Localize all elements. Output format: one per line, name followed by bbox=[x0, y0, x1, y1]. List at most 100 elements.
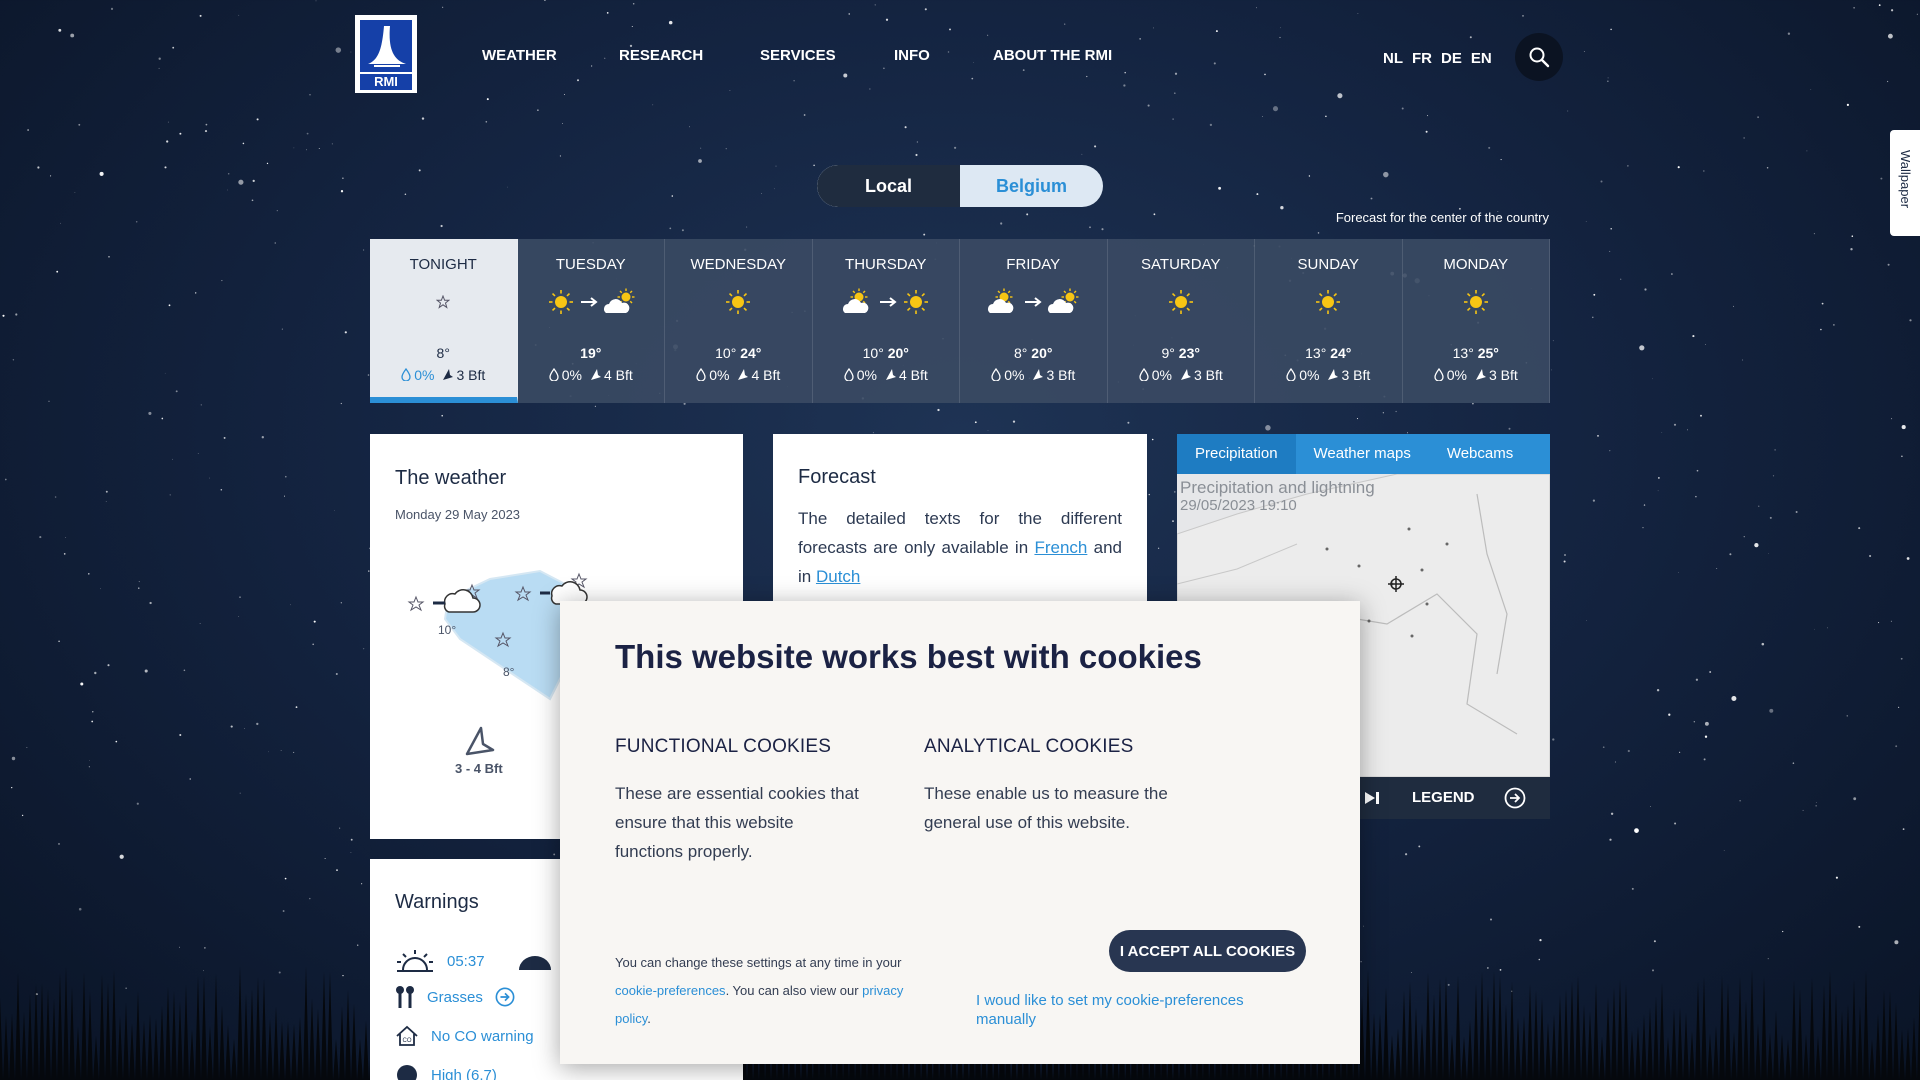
tab-precipitation[interactable]: Precipitation bbox=[1177, 434, 1296, 474]
cookie-preferences-link[interactable]: cookie-preferences bbox=[615, 983, 726, 998]
wind-arrow-icon bbox=[885, 369, 896, 380]
day-name: WEDNESDAY bbox=[690, 256, 787, 273]
forecast-day-sunday[interactable]: SUNDAY 13° 24° 0% 3 Bft bbox=[1255, 239, 1403, 403]
dutch-link[interactable]: Dutch bbox=[816, 567, 860, 586]
wallpaper-tab[interactable]: Wallpaper bbox=[1890, 130, 1920, 236]
lang-en[interactable]: EN bbox=[1471, 50, 1492, 67]
wind-force: 3 Bft bbox=[1327, 367, 1370, 383]
day-name: TONIGHT bbox=[409, 256, 477, 273]
forecast-card-text: The detailed texts for the different for… bbox=[798, 509, 1122, 586]
search-button[interactable] bbox=[1515, 33, 1563, 81]
wind-force: 4 Bft bbox=[885, 367, 928, 383]
wind-arrow-icon bbox=[465, 726, 495, 756]
temp-max: 20° bbox=[887, 345, 909, 361]
wind-indicator: 3 - 4 Bft bbox=[455, 724, 503, 776]
toggle-belgium[interactable]: Belgium bbox=[960, 165, 1103, 207]
cookie-dialog: This website works best with cookies FUN… bbox=[560, 601, 1360, 1064]
wind-arrow-icon bbox=[1475, 369, 1486, 380]
forecast-strip: TONIGHT 8° 0% 3 Bft TUESDAY 19° 0% 4 Bft WEDNESD… bbox=[370, 239, 1550, 403]
forecast-day-thursday[interactable]: THURSDAY 10° 20° 0% 4 Bft bbox=[812, 239, 960, 403]
logo-mark bbox=[360, 20, 412, 72]
co-house-icon: CO bbox=[396, 1025, 418, 1046]
drop-icon bbox=[1286, 367, 1296, 382]
temp-min: 8° bbox=[436, 345, 450, 361]
sun-times-row: 05:37 2 bbox=[395, 948, 575, 974]
lang-nl[interactable]: NL bbox=[1383, 50, 1403, 67]
arrow-right-icon bbox=[580, 297, 598, 307]
uv-row[interactable]: High (6.7) bbox=[395, 1063, 497, 1080]
rmi-logo[interactable]: RMI bbox=[355, 15, 417, 93]
sun-behind-cloud-icon bbox=[603, 288, 635, 313]
co-row[interactable]: CO No CO warning bbox=[395, 1025, 534, 1047]
weather-icons bbox=[370, 287, 517, 317]
cookie-dialog-title: This website works best with cookies bbox=[615, 638, 1202, 675]
arrow-right-icon bbox=[1025, 297, 1042, 307]
wind-force: 3 - 4 Bft bbox=[455, 761, 503, 776]
forecast-day-tonight[interactable]: TONIGHT 8° 0% 3 Bft bbox=[370, 239, 518, 403]
lang-de[interactable]: DE bbox=[1441, 50, 1462, 67]
tab-webcams[interactable]: Webcams bbox=[1429, 434, 1531, 474]
pollen-row[interactable]: Grasses bbox=[395, 985, 515, 1009]
maps-tabs: Precipitation Weather maps Webcams bbox=[1177, 434, 1550, 474]
svg-text:10°: 10° bbox=[438, 623, 456, 637]
local-belgium-toggle: Local Belgium bbox=[817, 165, 1103, 207]
drop-icon bbox=[549, 367, 559, 382]
temp-max: 25° bbox=[1477, 345, 1499, 361]
rain-wind: 0% 3 Bft bbox=[1255, 367, 1402, 383]
temperatures: 19° bbox=[518, 345, 665, 361]
wind-force: 3 Bft bbox=[1475, 367, 1518, 383]
nav-about[interactable]: ABOUT THE RMI bbox=[993, 47, 1112, 64]
temperatures: 10° 20° bbox=[813, 345, 960, 361]
forecast-day-monday[interactable]: MONDAY 13° 25° 0% 3 Bft bbox=[1402, 239, 1550, 403]
rain-wind: 0% 3 Bft bbox=[960, 367, 1107, 383]
sun-icon bbox=[903, 290, 928, 314]
forecast-day-tuesday[interactable]: TUESDAY 19° 0% 4 Bft bbox=[517, 239, 665, 403]
sunset-icon bbox=[518, 956, 551, 970]
rain-chance: 0% bbox=[549, 367, 582, 383]
rain-wind: 0% 4 Bft bbox=[518, 367, 665, 383]
wallpaper-label: Wallpaper bbox=[1898, 150, 1913, 209]
svg-text:8°: 8° bbox=[503, 665, 515, 679]
rain-wind: 0% 3 Bft bbox=[1403, 367, 1550, 383]
svg-text:CO: CO bbox=[403, 1038, 412, 1044]
toggle-local[interactable]: Local bbox=[817, 165, 960, 207]
skip-forward-icon[interactable] bbox=[1363, 790, 1381, 806]
french-link[interactable]: French bbox=[1034, 538, 1087, 557]
wind-arrow-icon bbox=[738, 369, 749, 380]
drop-icon bbox=[401, 367, 411, 382]
forecast-day-friday[interactable]: FRIDAY 8° 20° 0% 3 Bft bbox=[960, 239, 1108, 403]
nav-weather[interactable]: WEATHER bbox=[482, 47, 557, 64]
nav-research[interactable]: RESEARCH bbox=[619, 47, 703, 64]
weather-icons bbox=[960, 287, 1107, 317]
weather-icons bbox=[1255, 287, 1402, 317]
lang-fr[interactable]: FR bbox=[1412, 50, 1432, 67]
forecast-day-saturday[interactable]: SATURDAY 9° 23° 0% 3 Bft bbox=[1107, 239, 1255, 403]
legend-button[interactable]: LEGEND bbox=[1412, 789, 1475, 806]
logo-text: RMI bbox=[360, 74, 412, 90]
forecast-center-note: Forecast for the center of the country bbox=[1335, 210, 1549, 225]
weather-icons bbox=[1108, 287, 1255, 317]
wind-arrow-icon bbox=[1328, 369, 1339, 380]
analytical-cookies-title: ANALYTICAL COOKIES bbox=[924, 736, 1134, 757]
analytical-cookies-desc: These enable us to measure the general u… bbox=[924, 784, 1168, 832]
temperatures: 13° 25° bbox=[1403, 345, 1550, 361]
temp-min: 9° bbox=[1161, 345, 1175, 361]
wind-force: 4 Bft bbox=[590, 367, 633, 383]
day-name: SATURDAY bbox=[1141, 256, 1221, 273]
arrow-right-icon bbox=[879, 297, 897, 307]
nav-services[interactable]: SERVICES bbox=[760, 47, 836, 64]
manual-cookie-preferences-link[interactable]: I woud like to set my cookie-preferences… bbox=[976, 991, 1266, 1029]
accept-all-cookies-button[interactable]: I ACCEPT ALL COOKIES bbox=[1109, 930, 1306, 972]
temp-max: 23° bbox=[1178, 345, 1200, 361]
tab-weather-maps[interactable]: Weather maps bbox=[1296, 434, 1429, 474]
forecast-day-wednesday[interactable]: WEDNESDAY 10° 24° 0% 4 Bft bbox=[665, 239, 813, 403]
nav-info[interactable]: INFO bbox=[894, 47, 930, 64]
drop-icon bbox=[696, 367, 706, 382]
temp-min: 10° bbox=[715, 345, 737, 361]
drop-icon bbox=[844, 367, 854, 382]
day-name: THURSDAY bbox=[845, 256, 927, 273]
arrow-circle-icon[interactable] bbox=[1504, 787, 1526, 809]
temp-min: 13° bbox=[1305, 345, 1327, 361]
drop-icon bbox=[991, 367, 1001, 382]
cookie-settings-note: You can change these settings at any tim… bbox=[615, 955, 904, 1026]
